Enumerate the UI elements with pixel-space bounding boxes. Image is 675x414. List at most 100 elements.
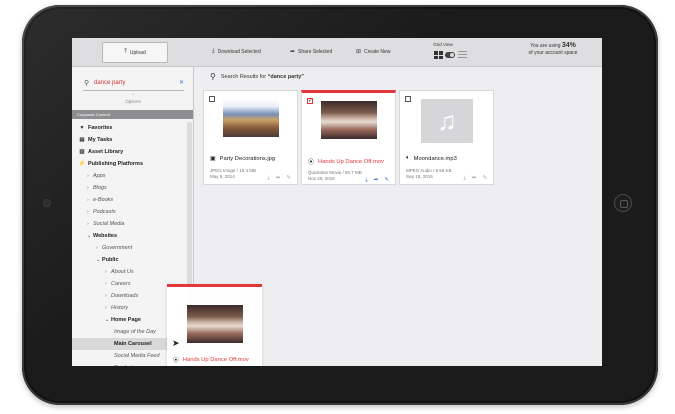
music-note-icon: ♫ bbox=[421, 99, 473, 143]
sidebar-item-label: Apps bbox=[93, 173, 106, 179]
view-toggle[interactable] bbox=[445, 52, 455, 58]
grid-view-label: Grid View bbox=[433, 42, 453, 47]
edit-icon[interactable]: ✎ bbox=[286, 175, 291, 182]
home-button[interactable] bbox=[614, 194, 632, 212]
sidebar-item-public[interactable]: ⌄ Public bbox=[72, 254, 188, 266]
chevron-up-icon: ⌃ bbox=[131, 93, 135, 98]
select-checkbox-checked[interactable]: ✓ bbox=[307, 98, 313, 104]
drag-preview-title: ⦿ Hands Up Dance Off.mov bbox=[173, 356, 249, 365]
share-selected-button[interactable]: ➦ Share Selected bbox=[290, 48, 333, 56]
share-icon[interactable]: ➦ bbox=[374, 177, 379, 184]
download-icon[interactable]: ⤓ bbox=[267, 175, 269, 182]
sidebar-item-label: e-Books bbox=[93, 197, 114, 203]
list-icon: ▤ bbox=[79, 137, 85, 143]
edit-icon[interactable]: ✎ bbox=[482, 175, 487, 182]
sidebar-item-label: Image of the Day bbox=[114, 329, 156, 335]
sidebar-item-about-us[interactable]: › About Us bbox=[72, 266, 188, 278]
sidebar-item-label: Careers bbox=[111, 281, 131, 287]
sidebar-item-label: Social Media bbox=[93, 221, 125, 227]
sidebar-item-my-tasks[interactable]: ▤ My Tasks bbox=[72, 134, 188, 146]
asset-card-selected[interactable]: ✓ ⦿ Hands Up Dance Off.mov Quicktime Mov… bbox=[301, 90, 396, 185]
asset-title[interactable]: ⦿ Hands Up Dance Off.mov bbox=[308, 157, 384, 167]
asset-card[interactable]: ▣ Party Decorations.jpg JPEG Image / 15.… bbox=[203, 90, 298, 185]
list-view-icon[interactable] bbox=[458, 51, 467, 59]
image-icon: ▣ bbox=[210, 156, 216, 162]
edit-icon[interactable]: ✎ bbox=[384, 177, 389, 184]
share-icon[interactable]: ➦ bbox=[472, 175, 477, 182]
asset-title[interactable]: 🔈︎ Moondance.mp3 bbox=[406, 155, 457, 162]
sidebar-item-government[interactable]: › Government bbox=[72, 242, 188, 254]
camera-icon bbox=[44, 200, 50, 206]
clear-search-icon[interactable]: ✕ bbox=[179, 79, 184, 86]
grid-view-control: Grid View bbox=[428, 42, 478, 64]
account-suffix: of your account space bbox=[528, 49, 578, 56]
account-prefix: You are using bbox=[530, 43, 561, 49]
book-icon: ▥ bbox=[79, 149, 85, 155]
sidebar-item-label: Podcasts bbox=[93, 209, 116, 215]
select-checkbox[interactable] bbox=[405, 96, 411, 102]
sidebar-item-apps[interactable]: › Apps bbox=[72, 170, 188, 182]
asset-thumbnail bbox=[187, 305, 243, 343]
download-icon[interactable]: ⤓ bbox=[365, 177, 367, 184]
account-space: You are using 34% of your account space bbox=[512, 42, 594, 56]
drag-preview: ⦿ Hands Up Dance Off.mov bbox=[167, 284, 262, 366]
asset-title[interactable]: ▣ Party Decorations.jpg bbox=[210, 155, 275, 163]
grid-icon[interactable] bbox=[434, 51, 443, 59]
app-screen: ⤒ Upload ⤓ Download Selected ➦ Share Sel… bbox=[72, 38, 602, 366]
sidebar-item-e-books[interactable]: › e-Books bbox=[72, 194, 188, 206]
asset-meta: MPEG Audio / 9.56 KB Sep 18, 2015 bbox=[406, 168, 452, 179]
search-icon: ⚲ bbox=[210, 72, 216, 81]
sidebar-item-label: Asset Library bbox=[88, 149, 124, 155]
download-selected-button[interactable]: ⤓ Download Selected bbox=[212, 48, 261, 55]
share-icon[interactable]: ➦ bbox=[276, 175, 281, 182]
account-percent: 34% bbox=[561, 42, 576, 49]
toolbar: ⤒ Upload ⤓ Download Selected ➦ Share Sel… bbox=[72, 38, 602, 67]
sidebar-item-label: Blogs bbox=[93, 185, 107, 191]
heart-icon: ♥ bbox=[80, 125, 84, 131]
sidebar-item-blogs[interactable]: › Blogs bbox=[72, 182, 188, 194]
sidebar-item-label: Social Media Feed bbox=[114, 353, 160, 359]
options-toggle[interactable]: ⌃ Options bbox=[72, 93, 194, 105]
create-new-button[interactable]: ⊞ Create New bbox=[356, 48, 391, 56]
results-header: ⚲ Search Results for “dance party” bbox=[210, 72, 304, 81]
asset-card[interactable]: ♫ 🔈︎ Moondance.mp3 MPEG Audio / 9.56 KB … bbox=[399, 90, 494, 185]
options-label: Options bbox=[125, 99, 141, 104]
upload-button[interactable]: ⤒ Upload bbox=[102, 42, 168, 63]
sidebar-item-label: Home Page bbox=[111, 317, 141, 323]
sidebar-item-label: Websites bbox=[93, 233, 118, 239]
upload-label: Upload bbox=[129, 49, 146, 56]
results-prefix: Search Results for bbox=[220, 73, 267, 80]
sidebar-item-label: History bbox=[111, 305, 129, 311]
sidebar-item-label: Products bbox=[114, 365, 136, 366]
sidebar-item-label: Downloads bbox=[111, 293, 139, 299]
sidebar-item-publishing-platforms[interactable]: ⚡ Publishing Platforms bbox=[72, 158, 188, 170]
select-checkbox[interactable] bbox=[209, 96, 215, 102]
sidebar-item-label: Government bbox=[102, 245, 133, 251]
sidebar-item-label: Main Carousel bbox=[114, 341, 152, 347]
upload-icon: ⤒ bbox=[124, 49, 127, 55]
download-icon[interactable]: ⤓ bbox=[463, 175, 465, 182]
mouse-cursor-icon: ➤ bbox=[172, 338, 180, 348]
sidebar-item-asset-library[interactable]: ▥ Asset Library bbox=[72, 146, 188, 158]
play-icon: ⦿ bbox=[173, 358, 179, 364]
card-actions: ⤓ ➦ ✎ bbox=[463, 175, 487, 182]
sidebar-item-label: Publishing Platforms bbox=[88, 161, 144, 167]
sidebar-item-websites[interactable]: ⌄ Websites bbox=[72, 230, 188, 242]
sidebar-item-label: About Us bbox=[111, 269, 134, 275]
download-icon: ⤓ bbox=[212, 48, 215, 54]
section-header: Corporate Content bbox=[72, 110, 193, 119]
sidebar-item-podcasts[interactable]: › Podcasts bbox=[72, 206, 188, 218]
sidebar-search[interactable]: ⚲ dance party ✕ bbox=[83, 77, 184, 91]
sidebar-item-social-media[interactable]: › Social Media bbox=[72, 218, 188, 230]
search-input[interactable]: dance party bbox=[94, 80, 125, 86]
share-icon: ➦ bbox=[290, 49, 296, 55]
asset-meta: JPEG Image / 15.4 MB May 5, 2014 bbox=[210, 168, 257, 179]
bolt-icon: ⚡ bbox=[78, 161, 86, 167]
search-icon: ⚲ bbox=[84, 80, 90, 87]
sidebar-item-label: Public bbox=[102, 257, 119, 263]
asset-thumbnail bbox=[321, 101, 377, 139]
share-selected-label: Share Selected bbox=[298, 48, 333, 55]
create-new-label: Create New bbox=[364, 48, 391, 55]
sidebar-item-favorites[interactable]: ♥ Favorites bbox=[72, 122, 188, 134]
download-selected-label: Download Selected bbox=[217, 48, 261, 55]
